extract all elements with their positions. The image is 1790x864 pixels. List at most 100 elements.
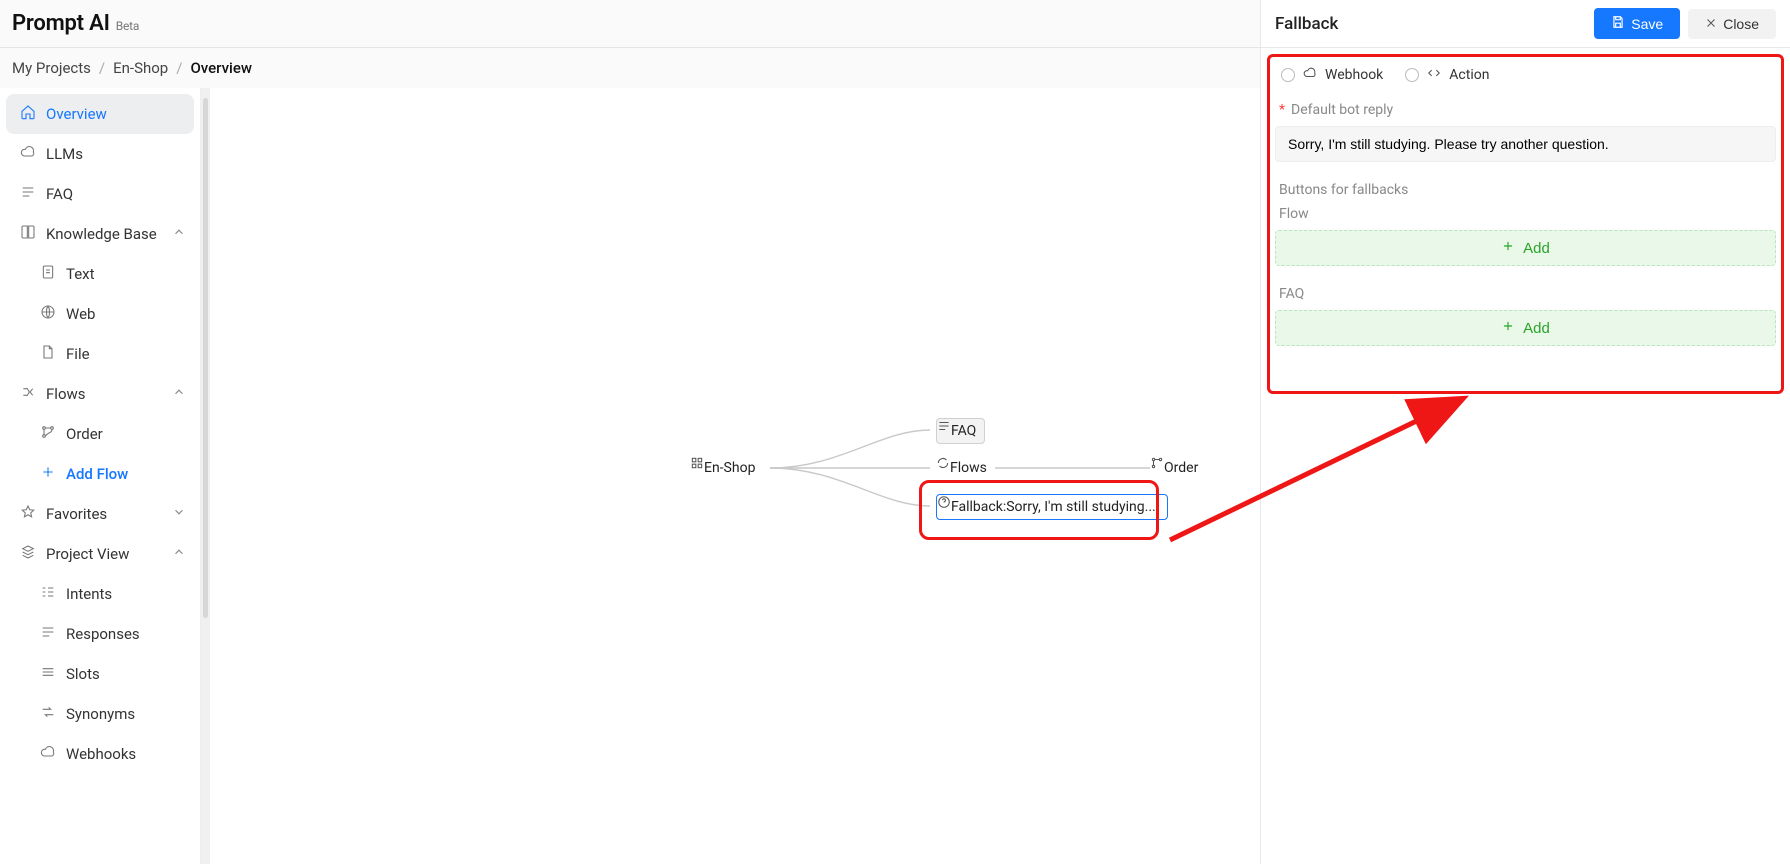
flow-icon [20, 384, 36, 404]
sidebar-faq[interactable]: FAQ [6, 174, 194, 214]
sidebar-item-label: Text [66, 265, 95, 283]
sidebar-add-flow[interactable]: Add Flow [6, 454, 194, 494]
chevron-up-icon [172, 545, 186, 563]
close-button[interactable]: Close [1688, 9, 1776, 39]
crumb-project[interactable]: En-Shop [113, 59, 168, 77]
save-button[interactable]: Save [1594, 8, 1680, 39]
faq-section-label: FAQ [1279, 286, 1772, 302]
radio-label: Webhook [1325, 67, 1383, 83]
sidebar-webhooks[interactable]: Webhooks [6, 734, 194, 774]
sidebar-kb-file[interactable]: File [6, 334, 194, 374]
responses-icon [40, 624, 56, 644]
sidebar-overview[interactable]: Overview [6, 94, 194, 134]
app-beta-badge: Beta [116, 19, 140, 33]
sidebar-project-view[interactable]: Project View [6, 534, 194, 574]
sidebar-synonyms[interactable]: Synonyms [6, 694, 194, 734]
sidebar-flows[interactable]: Flows [6, 374, 194, 414]
fallback-panel: Fallback Save Close Webhook Action * [1260, 0, 1790, 864]
sidebar-kb-web[interactable]: Web [6, 294, 194, 334]
sidebar-flow-order[interactable]: Order [6, 414, 194, 454]
app-brand: Prompt AI Beta [12, 11, 139, 36]
add-label: Add [1523, 320, 1550, 337]
list-icon [20, 184, 36, 204]
flow-section-label: Flow [1279, 206, 1772, 222]
radio-webhook[interactable]: Webhook [1281, 66, 1383, 84]
close-icon [1705, 16, 1717, 32]
plus-icon [40, 464, 56, 484]
crumb-my-projects[interactable]: My Projects [12, 59, 91, 77]
sidebar-favorites[interactable]: Favorites [6, 494, 194, 534]
sidebar-llms[interactable]: LLMs [6, 134, 194, 174]
graph-node-label: En-Shop [704, 460, 755, 476]
sidebar: Overview LLMs FAQ Knowledge Base Text We… [0, 88, 200, 864]
crumb-sep: / [99, 59, 105, 77]
sidebar-item-label: Project View [46, 545, 129, 563]
default-reply-label: Default bot reply [1291, 102, 1393, 118]
globe-icon [40, 304, 56, 324]
add-faq-fallback-button[interactable]: Add [1275, 310, 1776, 346]
sidebar-item-label: Knowledge Base [46, 225, 157, 243]
sidebar-item-label: File [66, 345, 90, 363]
graph-node-label: Fallback:Sorry, I'm still studying.... [951, 499, 1159, 515]
default-reply-input[interactable] [1275, 126, 1776, 162]
graph-node-root[interactable]: En-Shop [690, 456, 763, 480]
file-icon [40, 344, 56, 364]
graph-node-flows[interactable]: Flows [936, 456, 995, 480]
chevron-up-icon [172, 385, 186, 403]
sidebar-item-label: Add Flow [66, 465, 128, 483]
synonyms-icon [40, 704, 56, 724]
buttons-for-fallbacks-label: Buttons for fallbacks [1279, 182, 1772, 198]
plus-icon [1501, 239, 1515, 257]
sidebar-knowledge-base[interactable]: Knowledge Base [6, 214, 194, 254]
graph-node-faq[interactable]: FAQ [936, 418, 985, 444]
close-label: Close [1723, 16, 1759, 32]
sidebar-slots[interactable]: Slots [6, 654, 194, 694]
radio-icon [1281, 68, 1295, 82]
sidebar-item-label: FAQ [46, 185, 73, 203]
slots-icon [40, 664, 56, 684]
save-label: Save [1631, 16, 1663, 32]
sidebar-item-label: Overview [46, 105, 107, 123]
sidebar-scrollbar[interactable] [200, 88, 210, 864]
branch-icon [40, 424, 56, 444]
graph-node-order[interactable]: Order [1150, 456, 1206, 480]
graph-node-label: FAQ [951, 423, 976, 439]
sidebar-responses[interactable]: Responses [6, 614, 194, 654]
required-asterisk: * [1279, 102, 1285, 118]
radio-icon [1405, 68, 1419, 82]
panel-title: Fallback [1275, 14, 1338, 34]
plus-icon [1501, 319, 1515, 337]
graph-node-label: Flows [950, 460, 987, 476]
cloud-icon [1303, 66, 1317, 84]
book-icon [20, 224, 36, 244]
chevron-up-icon [172, 225, 186, 243]
sidebar-item-label: Favorites [46, 505, 107, 523]
sidebar-intents[interactable]: Intents [6, 574, 194, 614]
sidebar-item-label: Order [66, 425, 103, 443]
sidebar-item-label: Synonyms [66, 705, 135, 723]
sidebar-item-label: Flows [46, 385, 86, 403]
sidebar-item-label: Intents [66, 585, 112, 603]
project-icon [20, 544, 36, 564]
add-flow-fallback-button[interactable]: Add [1275, 230, 1776, 266]
cloud-icon [40, 744, 56, 764]
add-label: Add [1523, 240, 1550, 257]
star-icon [20, 504, 36, 524]
sidebar-item-label: Webhooks [66, 745, 136, 763]
crumb-sep: / [176, 59, 182, 77]
sidebar-item-label: Web [66, 305, 95, 323]
radio-action[interactable]: Action [1405, 66, 1489, 84]
sidebar-kb-text[interactable]: Text [6, 254, 194, 294]
chevron-down-icon [172, 505, 186, 523]
graph-node-label: Order [1164, 460, 1198, 476]
graph-node-fallback[interactable]: Fallback:Sorry, I'm still studying.... [936, 494, 1168, 520]
radio-label: Action [1449, 67, 1489, 83]
crumb-overview: Overview [190, 59, 252, 77]
intents-icon [40, 584, 56, 604]
app-name: Prompt AI [12, 11, 110, 36]
sidebar-item-label: Slots [66, 665, 100, 683]
file-text-icon [40, 264, 56, 284]
save-icon [1611, 15, 1625, 32]
cloud-icon [20, 144, 36, 164]
sidebar-item-label: LLMs [46, 145, 83, 163]
